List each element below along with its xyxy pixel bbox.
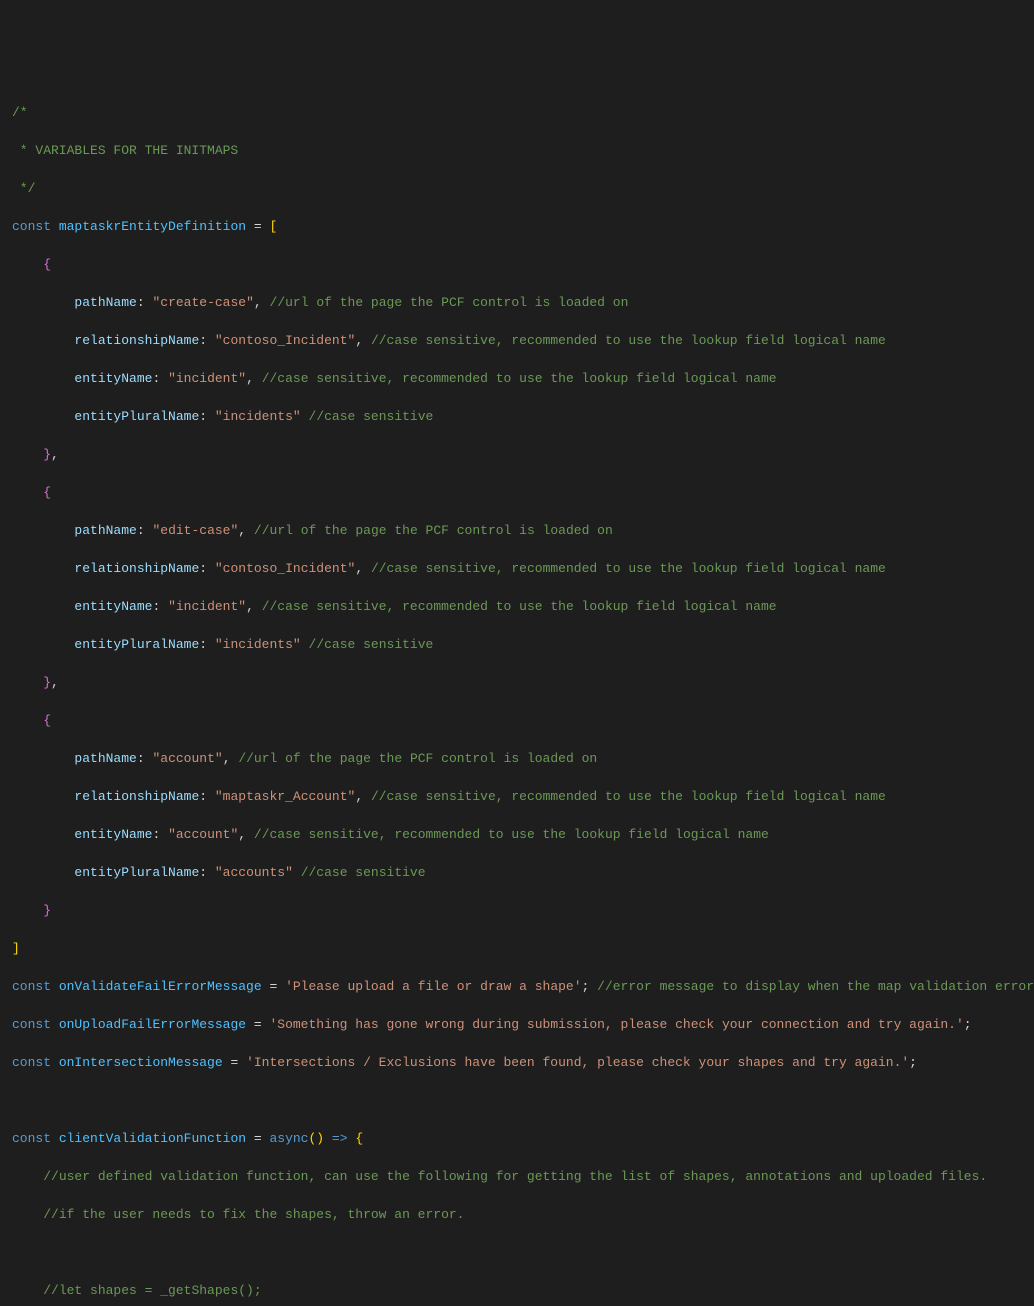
code-line: }, <box>12 445 1022 464</box>
code-line: entityPluralName: "accounts" //case sens… <box>12 863 1022 882</box>
code-line: /* <box>12 103 1022 122</box>
code-line: //if the user needs to fix the shapes, t… <box>12 1205 1022 1224</box>
code-line: //user defined validation function, can … <box>12 1167 1022 1186</box>
code-line: const maptaskrEntityDefinition = [ <box>12 217 1022 236</box>
code-line: }, <box>12 673 1022 692</box>
code-line: relationshipName: "maptaskr_Account", //… <box>12 787 1022 806</box>
code-line: const onIntersectionMessage = 'Intersect… <box>12 1053 1022 1072</box>
code-line <box>12 1243 1022 1262</box>
code-line: entityName: "account", //case sensitive,… <box>12 825 1022 844</box>
code-line: } <box>12 901 1022 920</box>
code-line: pathName: "account", //url of the page t… <box>12 749 1022 768</box>
code-line: relationshipName: "contoso_Incident", //… <box>12 331 1022 350</box>
code-line: { <box>12 483 1022 502</box>
code-line: { <box>12 255 1022 274</box>
code-line <box>12 1091 1022 1110</box>
code-line: entityPluralName: "incidents" //case sen… <box>12 407 1022 426</box>
code-line: //let shapes = _getShapes(); <box>12 1281 1022 1300</box>
code-line: entityPluralName: "incidents" //case sen… <box>12 635 1022 654</box>
code-line: * VARIABLES FOR THE INITMAPS <box>12 141 1022 160</box>
code-line: relationshipName: "contoso_Incident", //… <box>12 559 1022 578</box>
code-line: pathName: "create-case", //url of the pa… <box>12 293 1022 312</box>
code-editor[interactable]: /* * VARIABLES FOR THE INITMAPS */ const… <box>12 84 1022 1306</box>
code-line: entityName: "incident", //case sensitive… <box>12 597 1022 616</box>
code-line: */ <box>12 179 1022 198</box>
code-line: { <box>12 711 1022 730</box>
code-line: const clientValidationFunction = async()… <box>12 1129 1022 1148</box>
code-line: ] <box>12 939 1022 958</box>
code-line: const onUploadFailErrorMessage = 'Someth… <box>12 1015 1022 1034</box>
code-line: pathName: "edit-case", //url of the page… <box>12 521 1022 540</box>
code-line: const onValidateFailErrorMessage = 'Plea… <box>12 977 1022 996</box>
code-line: entityName: "incident", //case sensitive… <box>12 369 1022 388</box>
